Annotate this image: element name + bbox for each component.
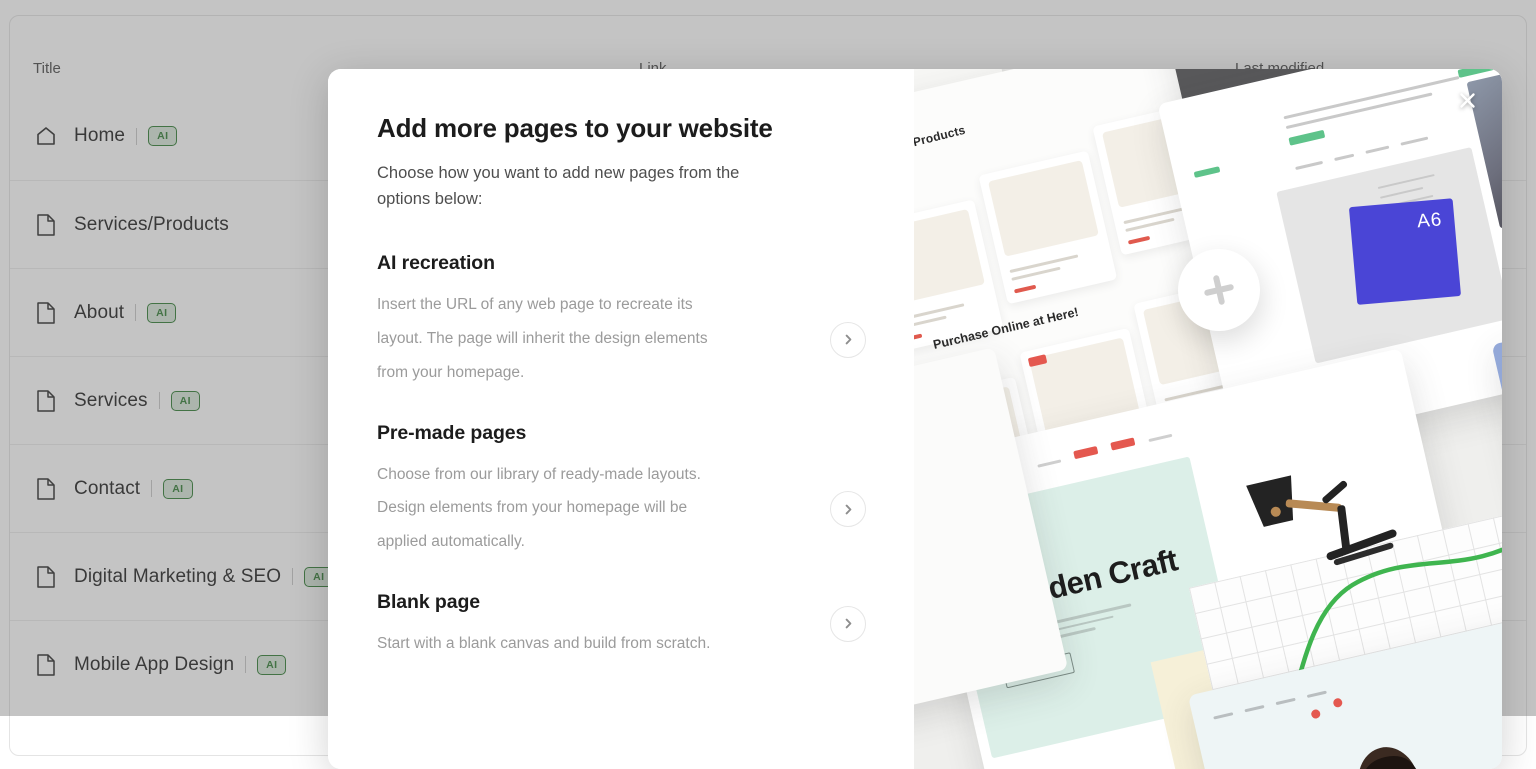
option-pre-made-pages[interactable]: Pre-made pages Choose from our library o… <box>377 422 866 559</box>
modal-title: Add more pages to your website <box>377 113 866 144</box>
option-title: Blank page <box>377 591 806 614</box>
option-text: Pre-made pages Choose from our library o… <box>377 422 830 559</box>
option-ai-recreation[interactable]: AI recreation Insert the URL of any web … <box>377 252 866 389</box>
chevron-right-icon[interactable] <box>830 606 866 642</box>
option-description: Insert the URL of any web page to recrea… <box>377 288 737 389</box>
mock-person-photo <box>1314 719 1502 769</box>
add-pages-modal: Add more pages to your website Choose ho… <box>328 69 1502 769</box>
mock-a6-card: A6 <box>1349 198 1461 305</box>
mock-nav <box>1211 678 1340 724</box>
option-title: Pre-made pages <box>377 422 806 445</box>
website-mockup-collage: Featured Products <box>914 69 1502 769</box>
modal-content-pane: Add more pages to your website Choose ho… <box>328 69 914 769</box>
option-text: Blank page Start with a blank canvas and… <box>377 591 830 661</box>
chevron-right-icon[interactable] <box>830 491 866 527</box>
option-blank-page[interactable]: Blank page Start with a blank canvas and… <box>377 591 866 661</box>
chevron-right-icon[interactable] <box>830 322 866 358</box>
modal-subtitle: Choose how you want to add new pages fro… <box>377 161 762 212</box>
options-list: AI recreation Insert the URL of any web … <box>377 252 866 660</box>
close-icon[interactable] <box>1454 87 1480 113</box>
mock-ecommerce-heading: Featured Products <box>914 123 967 163</box>
option-description: Start with a blank canvas and build from… <box>377 627 737 661</box>
option-description: Choose from our library of ready-made la… <box>377 458 737 559</box>
option-text: AI recreation Insert the URL of any web … <box>377 252 830 389</box>
option-title: AI recreation <box>377 252 806 275</box>
modal-illustration-pane: Featured Products <box>914 69 1502 769</box>
mock-product-card <box>978 150 1117 304</box>
mock-a6-label: A6 <box>1416 209 1443 233</box>
